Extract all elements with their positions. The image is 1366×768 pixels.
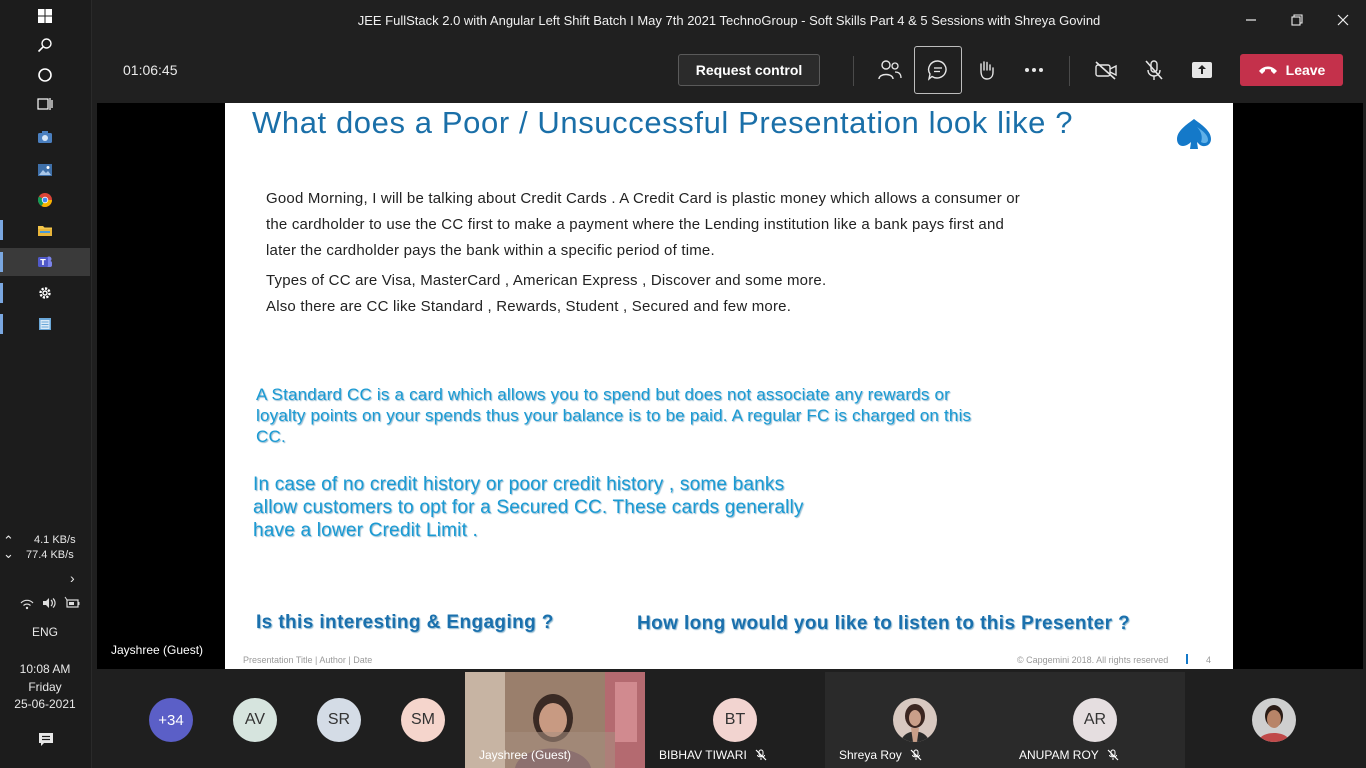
- photos-app-icon[interactable]: [0, 156, 90, 184]
- mic-off-icon: [1145, 60, 1163, 80]
- chat-icon: [927, 60, 947, 81]
- participant-name: ANUPAM ROY: [1019, 748, 1119, 762]
- toolbar-divider: [1069, 56, 1070, 86]
- notifications-icon[interactable]: [38, 731, 54, 752]
- camera-off-icon: [1095, 61, 1117, 80]
- net-down-text: 77.4 KB/s: [26, 549, 74, 561]
- volume-icon[interactable]: [42, 596, 56, 610]
- participant-name: Shreya Roy: [839, 748, 922, 762]
- clock-day[interactable]: Friday: [0, 680, 90, 694]
- request-control-button[interactable]: Request control: [678, 54, 820, 86]
- participant-tile-ar[interactable]: AR ANUPAM ROY: [1005, 672, 1185, 768]
- windows-start-icon[interactable]: [0, 2, 90, 30]
- participants-strip: +34 AV SR SM Jayshree (Guest) BT BIBHAV …: [92, 672, 1366, 768]
- wifi-icon[interactable]: [20, 596, 34, 610]
- minimize-icon: [1246, 19, 1256, 21]
- teams-icon[interactable]: T: [0, 248, 90, 276]
- notepad-icon[interactable]: [0, 310, 90, 338]
- restore-button[interactable]: [1274, 0, 1320, 40]
- participants-button[interactable]: [866, 46, 914, 94]
- leave-button[interactable]: Leave: [1240, 54, 1343, 86]
- restore-icon: [1291, 14, 1303, 26]
- cortana-icon[interactable]: [0, 61, 90, 89]
- chevron-down-icon: ⌄: [3, 546, 14, 561]
- window-title-bar: JEE FullStack 2.0 with Angular Left Shif…: [92, 0, 1366, 40]
- settings-gear-icon[interactable]: [0, 279, 90, 307]
- meeting-toolbar: 01:06:45 Request control Leave: [92, 40, 1366, 100]
- more-actions-button[interactable]: [1010, 46, 1058, 94]
- slide-paragraph-types-line2: Also there are CC like Standard , Reward…: [266, 298, 792, 315]
- minimize-button[interactable]: [1228, 0, 1274, 40]
- windows-taskbar: T ⌃ 4.1 KB/s ⌄ 77.4 KB/s › ENG 10:08 AM …: [0, 0, 92, 768]
- avatar-av[interactable]: AV: [233, 698, 277, 742]
- mic-muted-icon: [1107, 749, 1119, 761]
- avatar-sr[interactable]: SR: [317, 698, 361, 742]
- capgemini-spade-logo-icon: [1177, 119, 1211, 149]
- clock-time[interactable]: 10:08 AM: [0, 662, 90, 676]
- meeting-timer: 01:06:45: [123, 62, 178, 78]
- participant-name: BIBHAV TIWARI: [659, 748, 767, 762]
- slide-page-number: 4: [1206, 655, 1212, 665]
- window-title: JEE FullStack 2.0 with Angular Left Shif…: [357, 12, 1101, 28]
- close-button[interactable]: [1320, 0, 1366, 40]
- system-tray-icons: [20, 596, 80, 610]
- chevron-right-icon[interactable]: ›: [70, 570, 75, 586]
- participant-name-text: ANUPAM ROY: [1019, 748, 1099, 762]
- participant-tile-bt[interactable]: BT BIBHAV TIWARI: [645, 672, 825, 768]
- participant-name-text: Shreya Roy: [839, 748, 902, 762]
- participant-name-text: BIBHAV TIWARI: [659, 748, 747, 762]
- leave-label: Leave: [1285, 62, 1326, 78]
- slide-footer-right: © Capgemini 2018. All rights reserved: [1017, 655, 1169, 665]
- clock-date[interactable]: 25-06-2021: [0, 697, 90, 711]
- net-up-text: 4.1 KB/s: [34, 534, 76, 546]
- toolbar-divider: [853, 56, 854, 86]
- camera-app-icon[interactable]: [0, 123, 90, 151]
- mic-muted-icon: [910, 749, 922, 761]
- avatar-photo-participant[interactable]: [1252, 698, 1296, 742]
- raise-hand-icon: [980, 61, 994, 80]
- participant-name: Jayshree (Guest): [479, 748, 571, 762]
- reactions-button[interactable]: [962, 46, 1010, 94]
- slide-secured-cc-text: In case of no credit history or poor cre…: [253, 474, 804, 541]
- slide-title: What does a Poor / Unsuccessful Presenta…: [252, 105, 1074, 140]
- window-controls: [1228, 0, 1366, 40]
- task-view-icon[interactable]: [0, 90, 90, 118]
- search-icon[interactable]: [0, 31, 90, 59]
- hang-up-icon: [1258, 66, 1277, 74]
- slide-footer-left: Presentation Title | Author | Date: [243, 655, 373, 665]
- overflow-participants-button[interactable]: +34: [149, 698, 193, 742]
- more-icon: [1025, 68, 1043, 72]
- slide-paragraph-credit-card: Good Morning, I will be talking about Cr…: [266, 190, 1020, 259]
- share-screen-icon: [1192, 62, 1212, 78]
- chat-button[interactable]: [914, 46, 962, 94]
- participant-name-text: Jayshree (Guest): [479, 748, 572, 762]
- mic-muted-icon: [755, 749, 767, 761]
- file-explorer-icon[interactable]: [0, 216, 90, 244]
- slide-question-engaging: Is this interesting & Engaging ?: [256, 612, 554, 633]
- slide-paragraph-types-line1: Types of CC are Visa, MasterCard , Ameri…: [266, 272, 827, 289]
- slide-question-listen: How long would you like to listen to thi…: [637, 613, 1131, 634]
- share-content-button[interactable]: [1178, 46, 1226, 94]
- chrome-icon[interactable]: [0, 186, 90, 214]
- avatar-sm[interactable]: SM: [401, 698, 445, 742]
- presentation-slide: What does a Poor / Unsuccessful Presenta…: [225, 103, 1233, 669]
- camera-toggle-button[interactable]: [1082, 46, 1130, 94]
- teams-meeting-window: T ⌃ 4.1 KB/s ⌄ 77.4 KB/s › ENG 10:08 AM …: [0, 0, 1366, 768]
- avatar-bt: BT: [713, 698, 757, 742]
- svg-text:T: T: [40, 258, 46, 267]
- mic-toggle-button[interactable]: [1130, 46, 1178, 94]
- avatar-ar: AR: [1073, 698, 1117, 742]
- avatar-photo-shreya: [893, 698, 937, 742]
- shared-content-stage: What does a Poor / Unsuccessful Presenta…: [97, 103, 1363, 669]
- slide-standard-cc-text: A Standard CC is a card which allows you…: [256, 385, 972, 446]
- participant-video-tile[interactable]: Jayshree (Guest): [465, 672, 645, 768]
- participant-tile-shreya[interactable]: Shreya Roy: [825, 672, 1005, 768]
- presenter-name-label: Jayshree (Guest): [111, 643, 204, 657]
- people-icon: [878, 60, 902, 80]
- language-indicator[interactable]: ENG: [0, 625, 90, 639]
- slide-footer-divider: [1186, 654, 1188, 664]
- close-icon: [1337, 14, 1349, 26]
- battery-icon[interactable]: [64, 596, 80, 610]
